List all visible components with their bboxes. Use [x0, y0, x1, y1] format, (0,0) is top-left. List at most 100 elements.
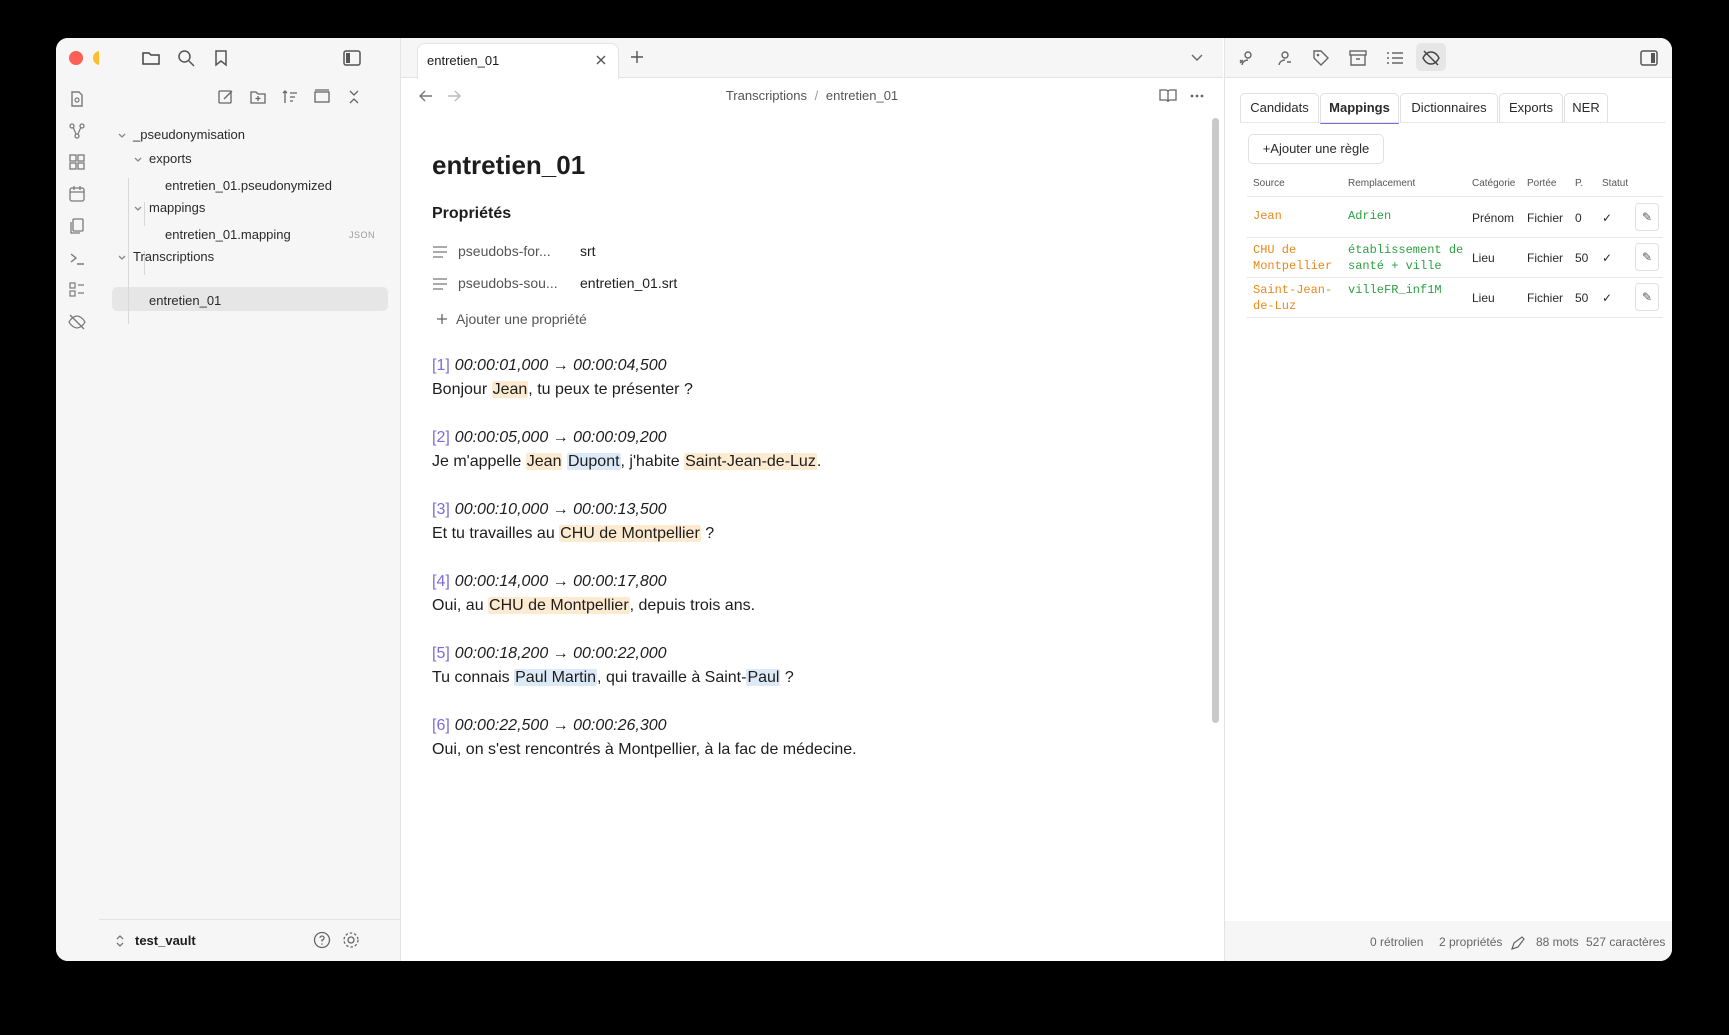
reading-view-icon[interactable] [1159, 88, 1177, 104]
entity-highlight[interactable]: Dupont [566, 453, 621, 470]
property-key[interactable]: pseudobs-for... [458, 243, 551, 259]
eye-off-icon[interactable] [1421, 48, 1441, 68]
calendar-icon[interactable] [68, 185, 86, 203]
tab-dictionnaires[interactable]: Dictionnaires [1400, 93, 1498, 123]
settings-gear-icon[interactable] [342, 931, 360, 949]
mappings-view [1225, 78, 1672, 921]
vault-name[interactable]: test_vault [135, 933, 196, 948]
mapping-priority: 50 [1575, 251, 1589, 265]
mapping-source[interactable]: Jean [1253, 208, 1282, 224]
chevron-updown-icon [116, 935, 124, 947]
edit-rule-button[interactable]: ✎ [1635, 203, 1659, 231]
chevron-down-icon[interactable] [1191, 52, 1203, 62]
canvas-icon[interactable] [68, 153, 86, 171]
mapping-status: ✓ [1602, 251, 1613, 265]
search-icon[interactable] [176, 48, 196, 68]
graph-view-icon[interactable] [68, 122, 86, 140]
auto-reveal-icon[interactable] [313, 88, 331, 106]
tree-folder-pseudonymisation[interactable]: _pseudonymisation [133, 127, 245, 142]
file-extension-badge: JSON [349, 230, 376, 240]
segment-timestamp: 00:00:18,200 → 00:00:22,000 [454, 645, 667, 662]
toggle-right-sidebar-icon[interactable] [1639, 48, 1659, 68]
edit-rule-button[interactable]: ✎ [1635, 243, 1659, 271]
segment-text-part: , qui travaille à Saint- [597, 669, 747, 686]
pseudonym-highlight[interactable]: Jean [525, 453, 563, 470]
chevron-down-icon[interactable] [133, 155, 143, 165]
help-icon[interactable] [313, 931, 331, 949]
unlink-person-icon[interactable] [1274, 48, 1294, 68]
folder-icon[interactable] [141, 48, 161, 68]
new-note-icon[interactable] [217, 88, 235, 106]
mapping-replacement[interactable]: villeFR_inf1M [1348, 282, 1442, 298]
eye-off-icon[interactable] [68, 313, 86, 331]
more-options-icon[interactable] [1189, 93, 1205, 99]
pencil-icon[interactable] [1510, 935, 1526, 951]
tag-icon[interactable] [1311, 48, 1331, 68]
tree-folder-exports[interactable]: exports [149, 151, 192, 166]
new-tab-icon[interactable] [630, 50, 644, 64]
properties-heading: Propriétés [432, 205, 512, 222]
segment-index: [6] [432, 717, 450, 734]
mapping-replacement[interactable]: Adrien [1348, 208, 1391, 224]
property-key[interactable]: pseudobs-sou... [458, 275, 558, 291]
tab-mappings[interactable]: Mappings [1320, 93, 1399, 124]
editor-scrollbar[interactable] [1212, 118, 1219, 723]
pseudonym-highlight[interactable]: CHU de Montpellier [488, 597, 630, 614]
tab-divider [1240, 122, 1665, 123]
mapping-source[interactable]: Saint-Jean- de-Luz [1253, 282, 1332, 314]
close-icon[interactable] [595, 54, 607, 66]
sort-icon[interactable] [281, 88, 299, 106]
segment-text: Tu connais Paul Martin, qui travaille à … [432, 669, 794, 687]
tree-file-entretien[interactable]: entretien_01 [149, 293, 221, 308]
link-person-icon[interactable] [1237, 48, 1257, 68]
pseudonym-highlight[interactable]: Saint-Jean-de-Luz [684, 453, 817, 470]
pseudonym-highlight[interactable]: CHU de Montpellier [559, 525, 701, 542]
segment-text: Oui, au CHU de Montpellier, depuis trois… [432, 597, 755, 615]
mapping-priority: 0 [1575, 211, 1582, 225]
segment-index: [4] [432, 573, 450, 590]
mapping-source[interactable]: CHU de Montpellier [1253, 242, 1332, 274]
archive-icon[interactable] [1348, 48, 1368, 68]
new-note-icon[interactable] [68, 90, 86, 108]
tab-candidats[interactable]: Candidats [1240, 93, 1319, 123]
vault-switcher[interactable]: test_vault [99, 919, 400, 961]
tree-file-mapping[interactable]: entretien_01.mapping [165, 227, 291, 242]
templates-icon[interactable] [68, 217, 86, 235]
list-icon[interactable] [1385, 48, 1405, 68]
status-backlinks[interactable]: 0 rétrolien [1370, 935, 1423, 949]
new-folder-icon[interactable] [249, 88, 267, 106]
tab-ner[interactable]: NER [1564, 93, 1608, 123]
column-header-category: Catégorie [1472, 178, 1516, 189]
terminal-icon[interactable] [68, 249, 86, 267]
property-value[interactable]: entretien_01.srt [580, 275, 677, 291]
segment-text-part: , tu peux te présenter ? [528, 381, 693, 398]
add-property-label: Ajouter une propriété [456, 311, 587, 327]
bookmark-icon[interactable] [211, 48, 231, 68]
collapse-all-icon[interactable] [345, 88, 363, 106]
breadcrumb-separator: / [814, 88, 819, 103]
mapping-replacement[interactable]: établissement de santé + ville [1348, 242, 1463, 274]
segment-text-part: Tu connais [432, 669, 515, 686]
property-value[interactable]: srt [580, 243, 596, 259]
breadcrumb-current[interactable]: entretien_01 [826, 88, 898, 103]
tree-folder-transcriptions[interactable]: Transcriptions [133, 249, 214, 264]
toggle-sidebar-icon[interactable] [342, 48, 362, 68]
segment-text: Et tu travailles au CHU de Montpellier ? [432, 525, 714, 543]
pseudonym-highlight[interactable]: Jean [491, 381, 529, 398]
breadcrumb-parent[interactable]: Transcriptions [726, 88, 807, 103]
tab-entretien[interactable]: entretien_01 [417, 43, 619, 79]
list-icon[interactable] [68, 281, 86, 299]
chevron-down-icon[interactable] [133, 204, 143, 214]
mapping-status: ✓ [1602, 211, 1613, 225]
chevron-down-icon[interactable] [117, 253, 127, 263]
tree-file-pseudonymized[interactable]: entretien_01.pseudonymized [165, 178, 332, 193]
segment-header: [1] 00:00:01,000 → 00:00:04,500 [432, 357, 667, 375]
edit-rule-button[interactable]: ✎ [1635, 283, 1659, 311]
entity-highlight[interactable]: Paul Martin [514, 669, 598, 686]
entity-highlight[interactable]: Paul [746, 669, 781, 686]
chevron-down-icon[interactable] [117, 131, 127, 141]
tab-exports[interactable]: Exports [1499, 93, 1563, 123]
tree-folder-mappings[interactable]: mappings [149, 200, 205, 215]
close-window-button[interactable] [69, 51, 83, 65]
add-rule-button[interactable]: +Ajouter une règle [1248, 134, 1384, 164]
